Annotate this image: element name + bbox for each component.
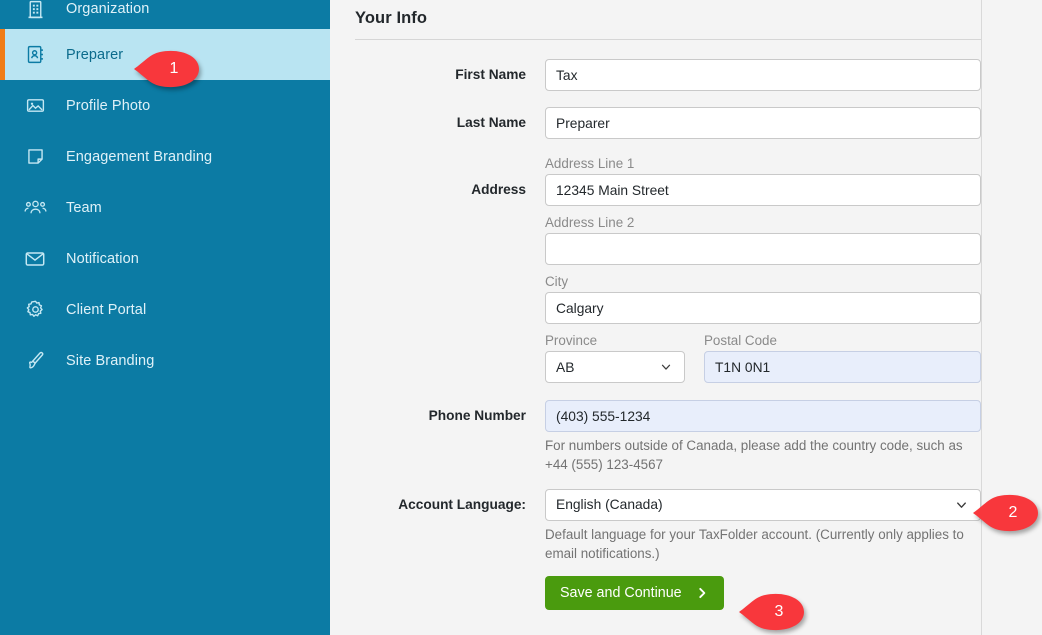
save-and-continue-button[interactable]: Save and Continue bbox=[545, 575, 724, 610]
main-content: Your Info First Name Last Name Address bbox=[330, 0, 1042, 635]
chevron-right-icon bbox=[695, 586, 709, 600]
people-icon bbox=[21, 194, 49, 222]
address-label: Address bbox=[471, 182, 526, 197]
page-title: Your Info bbox=[355, 9, 428, 27]
address-line2-sublabel: Address Line 2 bbox=[545, 215, 635, 230]
sidebar-item-label: Team bbox=[66, 199, 102, 216]
postal-code-input[interactable] bbox=[704, 351, 981, 383]
gear-icon bbox=[21, 296, 49, 324]
sidebar-item-engagement-branding[interactable]: Engagement Branding bbox=[0, 131, 330, 182]
phone-number-help: For numbers outside of Canada, please ad… bbox=[545, 438, 963, 473]
contact-book-icon bbox=[21, 41, 49, 69]
sidebar-nav: Organization Preparer Profile Photo Enga… bbox=[0, 0, 330, 635]
save-button-label: Save and Continue bbox=[560, 584, 682, 601]
sidebar-item-label: Engagement Branding bbox=[66, 148, 213, 165]
sidebar-item-notification[interactable]: Notification bbox=[0, 233, 330, 284]
address-line1-sublabel: Address Line 1 bbox=[545, 156, 635, 171]
sidebar-item-site-branding[interactable]: Site Branding bbox=[0, 335, 330, 386]
field-row-phone-number: Phone Number For numbers outside of Cana… bbox=[355, 400, 981, 475]
city-sublabel: City bbox=[545, 274, 569, 289]
sidebar-item-label: Notification bbox=[66, 250, 139, 267]
sidebar-item-profile-photo[interactable]: Profile Photo bbox=[0, 80, 330, 131]
sidebar-item-label: Preparer bbox=[66, 46, 124, 63]
sidebar-item-team[interactable]: Team bbox=[0, 182, 330, 233]
sidebar-item-label: Site Branding bbox=[66, 352, 155, 369]
sidebar-item-label: Profile Photo bbox=[66, 97, 151, 114]
sidebar-item-label: Organization bbox=[66, 1, 150, 17]
phone-number-input[interactable] bbox=[545, 400, 981, 432]
field-row-address: Address Address Line 1 Address Line 2 Ci… bbox=[355, 156, 981, 383]
sidebar-item-label: Client Portal bbox=[66, 301, 147, 318]
province-select[interactable]: AB bbox=[545, 351, 685, 383]
province-postal-row: Province AB Postal Code bbox=[545, 333, 981, 383]
last-name-label: Last Name bbox=[456, 115, 526, 130]
address-line1-input[interactable] bbox=[545, 174, 981, 206]
image-icon bbox=[21, 92, 49, 120]
field-row-first-name: First Name bbox=[355, 59, 981, 91]
sidebar-item-client-portal[interactable]: Client Portal bbox=[0, 284, 330, 335]
your-info-panel: Your Info First Name Last Name Address bbox=[355, 0, 981, 610]
account-language-label: Account Language: bbox=[398, 496, 526, 512]
envelope-icon bbox=[21, 245, 49, 273]
app-window: Organization Preparer Profile Photo Enga… bbox=[0, 0, 1042, 635]
field-row-account-language: Account Language: English (Canada) Defau… bbox=[355, 488, 981, 610]
province-sublabel: Province bbox=[545, 333, 598, 348]
address-line2-input[interactable] bbox=[545, 233, 981, 265]
paintbrush-icon bbox=[21, 347, 49, 375]
first-name-input[interactable] bbox=[545, 59, 981, 91]
sidebar-item-organization[interactable]: Organization bbox=[0, 0, 330, 29]
first-name-label: First Name bbox=[455, 67, 526, 82]
phone-number-label: Phone Number bbox=[428, 408, 526, 423]
postal-code-sublabel: Postal Code bbox=[704, 333, 777, 348]
title-divider bbox=[355, 39, 981, 40]
account-language-select[interactable]: English (Canada) bbox=[545, 488, 981, 521]
content-divider bbox=[981, 0, 982, 635]
account-language-help: Default language for your TaxFolder acco… bbox=[545, 526, 964, 562]
field-row-last-name: Last Name bbox=[355, 107, 981, 139]
note-icon bbox=[21, 143, 49, 171]
sidebar-item-preparer[interactable]: Preparer bbox=[0, 29, 330, 80]
last-name-input[interactable] bbox=[545, 107, 981, 139]
building-icon bbox=[21, 0, 49, 23]
city-input[interactable] bbox=[545, 292, 981, 324]
